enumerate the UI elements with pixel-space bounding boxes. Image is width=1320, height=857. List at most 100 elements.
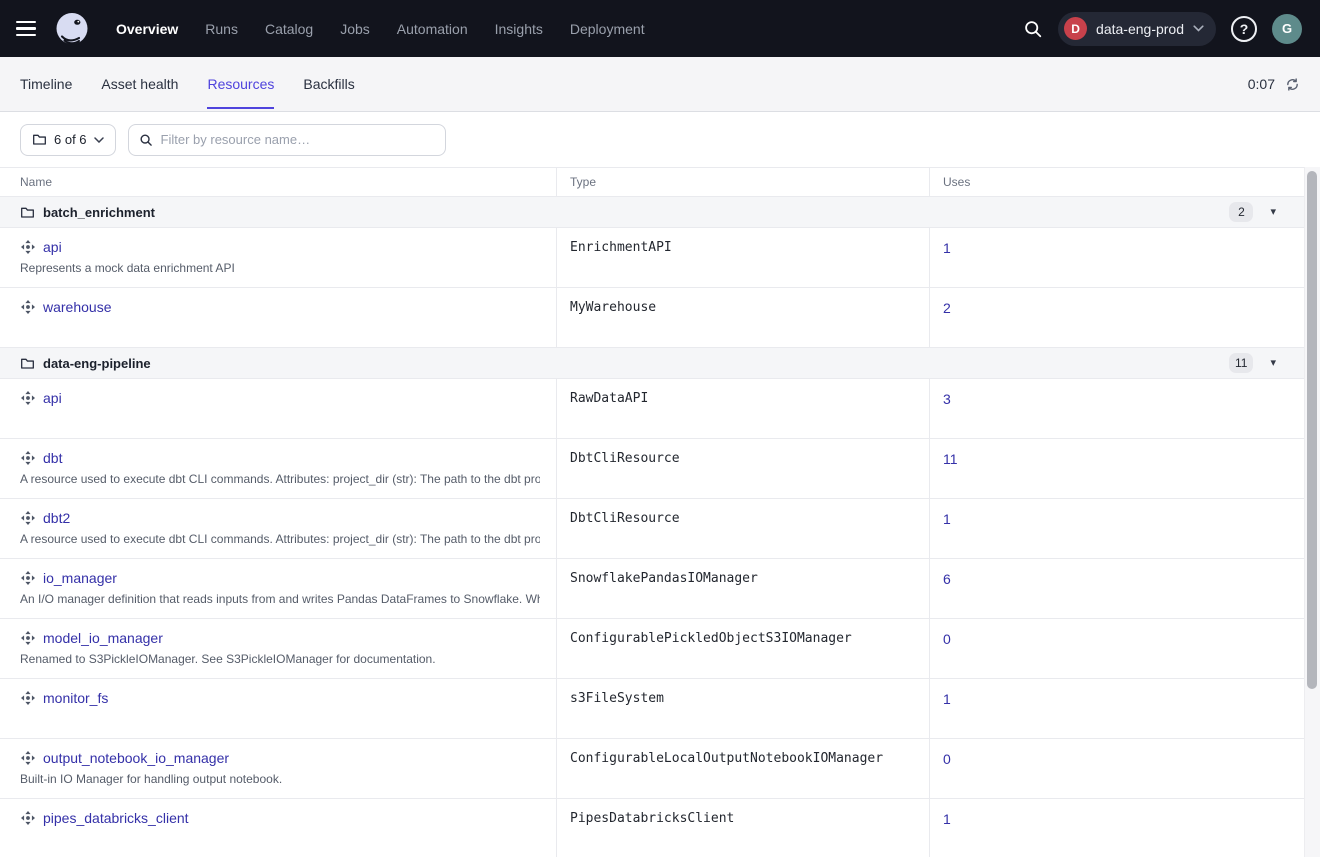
code-location-scope-button[interactable]: 6 of 6: [20, 124, 116, 156]
tab-backfills[interactable]: Backfills: [303, 57, 354, 111]
resource-type: ConfigurableLocalOutputNotebookIOManager: [557, 739, 930, 798]
nav-overview[interactable]: Overview: [116, 21, 178, 37]
resource-name-link[interactable]: model_io_manager: [43, 630, 163, 646]
folder-icon: [20, 205, 35, 220]
group-count-badge: 2: [1229, 202, 1253, 222]
resource-icon: [20, 810, 36, 826]
resource-icon: [20, 690, 36, 706]
resource-icon: [20, 450, 36, 466]
refresh-countdown: 0:07: [1248, 76, 1275, 92]
resource-row: model_io_manager Renamed to S3PickleIOMa…: [0, 619, 1304, 679]
resource-icon: [20, 570, 36, 586]
resource-type: MyWarehouse: [557, 288, 930, 347]
nav-catalog[interactable]: Catalog: [265, 21, 313, 37]
resource-name-link[interactable]: warehouse: [43, 299, 112, 315]
menu-icon[interactable]: [16, 16, 42, 42]
resource-uses-link[interactable]: 3: [943, 391, 951, 407]
resource-uses-link[interactable]: 1: [943, 691, 951, 707]
nav-deployment[interactable]: Deployment: [570, 21, 645, 37]
search-icon[interactable]: [1023, 19, 1043, 39]
resource-uses-link[interactable]: 1: [943, 240, 951, 256]
scrollbar-thumb[interactable]: [1307, 171, 1317, 689]
resource-description: A resource used to execute dbt CLI comma…: [20, 472, 540, 486]
resource-icon: [20, 239, 36, 255]
resource-uses-link[interactable]: 1: [943, 811, 951, 827]
dagster-logo-icon[interactable]: [52, 9, 92, 49]
resource-uses-link[interactable]: 2: [943, 300, 951, 316]
tab-asset-health[interactable]: Asset health: [101, 57, 178, 111]
resource-name-link[interactable]: api: [43, 239, 62, 255]
collapse-caret-icon[interactable]: ▾: [1270, 358, 1276, 369]
folder-icon: [32, 132, 47, 147]
resource-uses-link[interactable]: 0: [943, 631, 951, 647]
deployment-badge: D: [1064, 17, 1087, 40]
vertical-scrollbar: [1305, 167, 1320, 857]
group-name: data-eng-pipeline: [43, 356, 151, 371]
nav-insights[interactable]: Insights: [495, 21, 543, 37]
resource-name-link[interactable]: io_manager: [43, 570, 117, 586]
resource-type: RawDataAPI: [557, 379, 930, 438]
user-avatar[interactable]: G: [1272, 14, 1302, 44]
scope-label: 6 of 6: [54, 132, 87, 147]
resource-description: An I/O manager definition that reads inp…: [20, 592, 540, 606]
resource-type: SnowflakePandasIOManager: [557, 559, 930, 618]
nav-automation[interactable]: Automation: [397, 21, 468, 37]
help-icon[interactable]: ?: [1231, 16, 1257, 42]
resource-description: Renamed to S3PickleIOManager. See S3Pick…: [20, 652, 540, 666]
tab-timeline[interactable]: Timeline: [20, 57, 72, 111]
resource-name-link[interactable]: output_notebook_io_manager: [43, 750, 229, 766]
resource-name-link[interactable]: pipes_databricks_client: [43, 810, 189, 826]
resource-row: api Represents a mock data enrichment AP…: [0, 228, 1304, 288]
column-header-type: Type: [557, 168, 930, 196]
resource-icon: [20, 390, 36, 406]
resource-row: pipes_databricks_client PipesDatabricksC…: [0, 799, 1304, 857]
resource-name-link[interactable]: monitor_fs: [43, 690, 108, 706]
resource-icon: [20, 299, 36, 315]
nav-runs[interactable]: Runs: [205, 21, 238, 37]
resource-row: dbt A resource used to execute dbt CLI c…: [0, 439, 1304, 499]
folder-icon: [20, 356, 35, 371]
resource-description: Built-in IO Manager for handling output …: [20, 772, 540, 786]
resource-icon: [20, 750, 36, 766]
resource-filter-box: [128, 124, 446, 156]
resource-icon: [20, 630, 36, 646]
column-header-name: Name: [0, 168, 557, 196]
tab-resources[interactable]: Resources: [207, 57, 274, 111]
column-header-uses: Uses: [930, 168, 1304, 196]
resource-type: ConfigurablePickledObjectS3IOManager: [557, 619, 930, 678]
resource-row: warehouse MyWarehouse 2: [0, 288, 1304, 348]
deployment-switcher[interactable]: D data-eng-prod: [1058, 12, 1216, 46]
resource-type: EnrichmentAPI: [557, 228, 930, 287]
resource-uses-link[interactable]: 0: [943, 751, 951, 767]
resource-name-link[interactable]: dbt: [43, 450, 62, 466]
resource-type: s3FileSystem: [557, 679, 930, 738]
resource-row: output_notebook_io_manager Built-in IO M…: [0, 739, 1304, 799]
deployment-name: data-eng-prod: [1096, 21, 1184, 37]
refresh-icon[interactable]: [1285, 77, 1300, 92]
resource-row: monitor_fs s3FileSystem 1: [0, 679, 1304, 739]
resource-uses-link[interactable]: 6: [943, 571, 951, 587]
resource-icon: [20, 510, 36, 526]
resource-group-header[interactable]: batch_enrichment 2 ▾: [0, 197, 1304, 228]
resource-row: io_manager An I/O manager definition tha…: [0, 559, 1304, 619]
resource-uses-link[interactable]: 11: [943, 451, 958, 467]
resource-filter-input[interactable]: [161, 132, 435, 147]
top-nav: Overview Runs Catalog Jobs Automation In…: [0, 0, 1320, 57]
resource-type: DbtCliResource: [557, 439, 930, 498]
resource-group-header[interactable]: data-eng-pipeline 11 ▾: [0, 348, 1304, 379]
resource-row: api RawDataAPI 3: [0, 379, 1304, 439]
resource-name-link[interactable]: dbt2: [43, 510, 70, 526]
main-nav: Overview Runs Catalog Jobs Automation In…: [116, 21, 645, 37]
nav-jobs[interactable]: Jobs: [340, 21, 370, 37]
chevron-down-icon: [1193, 25, 1204, 32]
resource-type: PipesDatabricksClient: [557, 799, 930, 857]
resource-type: DbtCliResource: [557, 499, 930, 558]
resource-row: dbt2 A resource used to execute dbt CLI …: [0, 499, 1304, 559]
resource-name-link[interactable]: api: [43, 390, 62, 406]
resources-table: Name Type Uses batch_enrichment 2 ▾: [0, 167, 1320, 857]
tab-bar: Timeline Asset health Resources Backfill…: [0, 57, 1320, 112]
collapse-caret-icon[interactable]: ▾: [1270, 207, 1276, 218]
group-name: batch_enrichment: [43, 205, 155, 220]
resource-description: A resource used to execute dbt CLI comma…: [20, 532, 540, 546]
resource-uses-link[interactable]: 1: [943, 511, 951, 527]
